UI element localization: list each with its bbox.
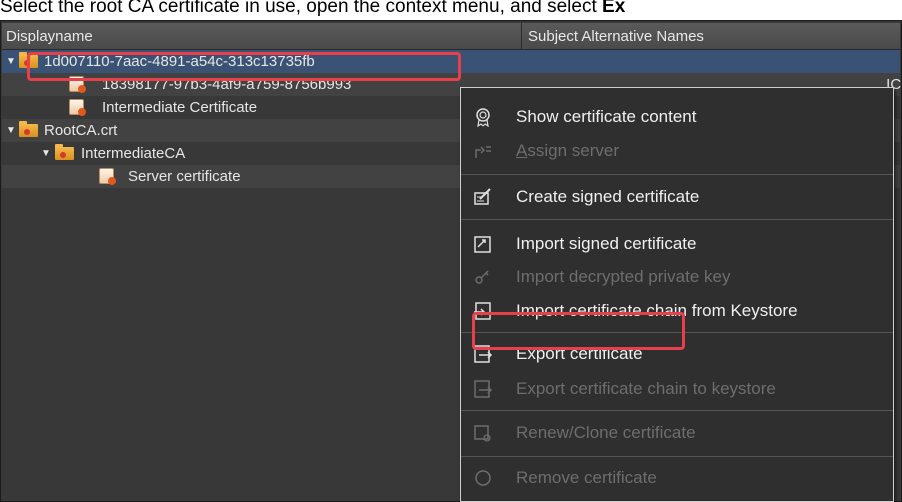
renew-icon (474, 425, 491, 442)
menu-separator (461, 174, 893, 175)
menu-item-label: Export certificate (516, 344, 643, 363)
tree-row-label: Server certificate (128, 168, 241, 185)
menu-item-label: Export certificate chain to keystore (516, 379, 776, 398)
menu-item-create-signed-certificate[interactable]: Create signed certificate (461, 180, 893, 214)
import-key-icon (475, 270, 489, 284)
instruction-text: Select the root CA certificate in use, o… (0, 0, 902, 20)
tree-row-label: 1d007110-7aac-4891-a54c-313c13735fb (44, 53, 315, 70)
import-signed-icon (474, 236, 491, 253)
menu-item-export-certificate[interactable]: Export certificate (461, 337, 893, 371)
menu-separator (461, 456, 893, 457)
context-menu: Show certificate content Assign server C… (460, 87, 894, 502)
tree-row-label: 18398177-97b3-4af9-a759-8756b993 (102, 76, 352, 93)
column-header-san[interactable]: Subject Alternative Names (528, 28, 704, 45)
menu-item-remove-certificate[interactable]: Remove certificate (461, 461, 893, 495)
instruction-prefix: Select the root CA certificate in use, o… (0, 0, 597, 17)
expand-arrow-icon[interactable]: ▼ (41, 142, 51, 165)
tree-row-label: RootCA.crt (44, 122, 118, 139)
expand-arrow-icon[interactable]: ▼ (6, 50, 16, 73)
menu-item-label: Import signed certificate (516, 234, 697, 253)
column-header-bar: Displayname Subject Alternative Names (2, 23, 900, 50)
menu-item-export-certificate-chain[interactable]: Export certificate chain to keystore (461, 372, 893, 406)
export-chain-icon (474, 380, 493, 398)
menu-item-label: Create signed certificate (516, 187, 700, 206)
tree-row-label: IntermediateCA (81, 145, 186, 162)
assign-server-icon (475, 146, 491, 158)
certificate-icon (99, 168, 116, 185)
menu-item-import-signed-certificate[interactable]: Import signed certificate (461, 227, 893, 261)
tree-row-label: Intermediate Certificate (102, 99, 258, 116)
column-divider[interactable] (521, 23, 522, 49)
menu-item-renew-clone-certificate[interactable]: Renew/Clone certificate (461, 416, 893, 450)
menu-item-import-decrypted-private-key[interactable]: Import decrypted private key (461, 260, 893, 294)
import-chain-icon (474, 302, 491, 320)
certificate-icon (69, 99, 86, 116)
certificate-icon (69, 76, 86, 93)
expand-arrow-icon[interactable]: ▼ (6, 119, 16, 142)
menu-item-import-certificate-chain[interactable]: Import certificate chain from Keystore (461, 294, 893, 328)
remove-icon (475, 470, 491, 486)
menu-item-label: Show certificate content (516, 107, 697, 126)
export-certificate-icon (474, 345, 493, 363)
menu-item-label: Import decrypted private key (516, 267, 731, 286)
tree-row[interactable]: ▼ 1d007110-7aac-4891-a54c-313c13735fb (2, 50, 900, 73)
folder-icon (55, 144, 74, 160)
column-header-displayname[interactable]: Displayname (6, 28, 93, 45)
menu-separator (461, 219, 893, 220)
certificate-manager-panel: Displayname Subject Alternative Names ▼ … (0, 20, 902, 502)
menu-item-show-certificate-content[interactable]: Show certificate content (461, 100, 893, 134)
certificate-seal-icon (476, 108, 490, 127)
instruction-suffix: Ex (602, 0, 626, 17)
create-signed-icon (474, 188, 491, 205)
menu-item-label: Renew/Clone certificate (516, 423, 696, 442)
menu-item-assign-server[interactable]: Assign server (461, 134, 893, 168)
menu-item-label: Import certificate chain from Keystore (516, 301, 798, 320)
menu-separator (461, 410, 893, 411)
menu-separator (461, 332, 893, 333)
menu-item-label: Assign server (516, 141, 619, 160)
folder-icon (19, 121, 38, 137)
folder-icon (19, 52, 38, 68)
menu-item-label: Remove certificate (516, 468, 657, 487)
